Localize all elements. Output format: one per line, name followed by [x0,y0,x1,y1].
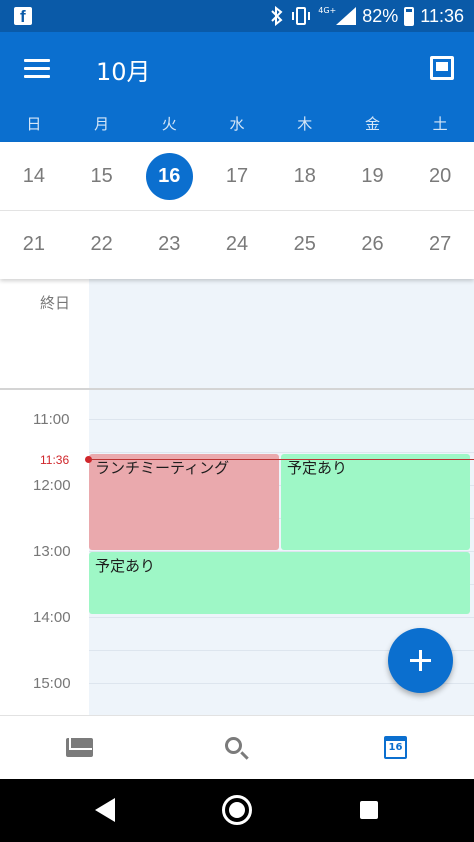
date-cell[interactable]: 27 [406,211,474,278]
date-cell[interactable]: 14 [0,142,68,210]
hour-line [89,419,474,420]
home-icon[interactable] [222,795,252,825]
weekday-label: 水 [229,115,245,133]
hour-label: 12:00 [33,477,71,494]
app-bar: 10月 [0,32,474,108]
back-icon[interactable] [95,798,115,822]
event-busy[interactable]: 予定あり [89,552,470,614]
all-day-area[interactable] [89,279,474,389]
nav-search[interactable] [158,716,316,780]
battery-icon [404,6,415,26]
hour-label: 14:00 [33,609,71,626]
all-day-section: 終日 [0,279,474,389]
date-cell[interactable]: 17 [203,142,271,210]
date-cell[interactable]: 22 [68,211,136,278]
search-icon [225,737,242,754]
bluetooth-icon [271,6,283,26]
hour-label: 11:00 [33,411,70,428]
add-event-button[interactable] [388,628,453,693]
weekday-label: 木 [297,115,313,133]
facebook-icon: f [14,7,32,26]
weekday-label: 月 [94,115,110,133]
week-row: 21 22 23 24 25 26 27 [0,210,474,278]
recent-apps-icon[interactable] [360,801,378,819]
weekday-label: 金 [364,115,380,133]
weekday-label: 土 [432,115,448,133]
network-type: 4G+ [318,6,337,15]
view-switch-icon[interactable] [430,56,454,80]
event-busy[interactable]: 予定あり [281,454,470,550]
signal-icon [336,7,357,25]
weekday-label: 日 [26,115,42,133]
date-cell[interactable]: 23 [135,211,203,278]
date-cell[interactable]: 19 [339,142,407,210]
mail-icon [66,738,93,757]
bottom-navigation: 16 [0,715,474,779]
date-cell-selected[interactable]: 16 [135,142,203,210]
date-cell[interactable]: 25 [271,211,339,278]
status-indicators: 4G+ 82% 11:36 [270,0,464,32]
nav-calendar[interactable]: 16 [316,716,474,780]
status-bar: f 4G+ 82% 11:36 [0,0,474,32]
page-title[interactable]: 10月 [96,52,151,87]
current-time-line [89,459,474,460]
clock: 11:36 [420,5,464,26]
menu-icon[interactable] [24,59,50,79]
date-cell[interactable]: 21 [0,211,68,278]
date-cell[interactable]: 15 [68,142,136,210]
hour-line [89,617,474,618]
date-cell[interactable]: 24 [203,211,271,278]
weekday-header: 日 月 火 水 木 金 土 [0,108,474,142]
week-strip: 14 15 16 17 18 19 20 21 22 23 24 25 26 2… [0,142,474,279]
vibrate-icon [292,7,311,25]
date-cell[interactable]: 18 [271,142,339,210]
calendar-icon: 16 [384,736,407,759]
all-day-label: 終日 [40,294,71,312]
battery-percent: 82% [362,5,399,26]
date-cell[interactable]: 20 [406,142,474,210]
system-navigation-bar [0,779,474,842]
event-lunch-meeting[interactable]: ランチミーティング [89,454,279,550]
nav-mail[interactable] [0,716,158,780]
hour-label: 15:00 [33,675,71,692]
week-row: 14 15 16 17 18 19 20 [0,142,474,210]
date-cell[interactable]: 26 [339,211,407,278]
hour-label: 13:00 [33,543,71,560]
half-hour-line [89,452,474,453]
weekday-label: 火 [161,115,177,133]
current-time-label: 11:36 [40,453,70,467]
